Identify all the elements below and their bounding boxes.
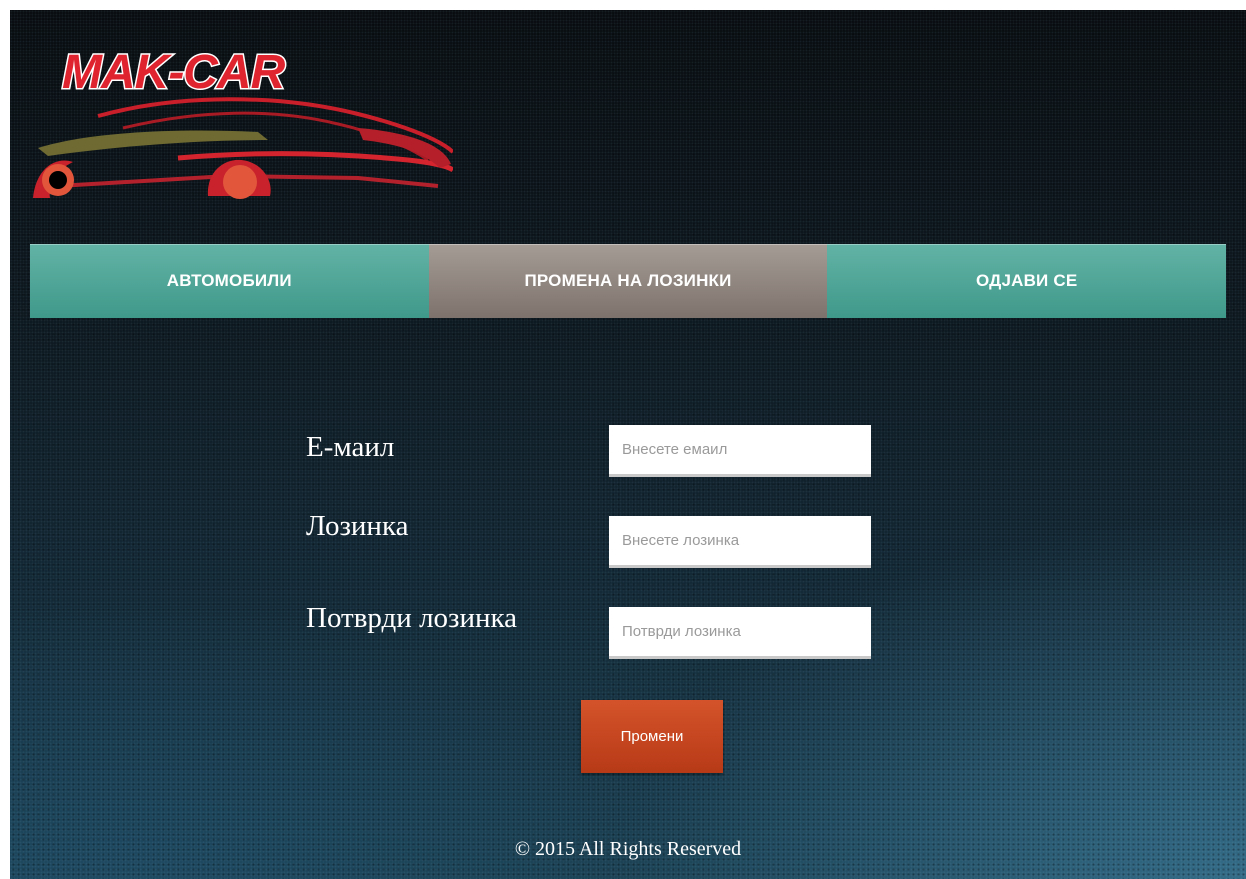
car-logo-icon: MAK-CAR	[33, 45, 455, 199]
main-nav: АВТОМОБИЛИ ПРОМЕНА НА ЛОЗИНКИ ОДЈАВИ СЕ	[30, 244, 1227, 318]
footer-copyright: © 2015 All Rights Reserved	[514, 838, 742, 860]
confirm-password-label: Потврди лозинка	[306, 602, 518, 634]
email-label: Е-маил	[306, 431, 395, 463]
nav-item-cars[interactable]: АВТОМОБИЛИ	[30, 244, 429, 318]
page-background: MAK-CAR АВТОМОБИЛИ ПРОМЕНА НА ЛОЗИНКИ ОД…	[10, 10, 1246, 879]
confirm-password-input[interactable]	[609, 607, 871, 659]
password-label: Лозинка	[306, 510, 409, 542]
change-password-button[interactable]: Промени	[581, 700, 723, 773]
password-input[interactable]	[609, 516, 871, 568]
logo-wordmark: MAK-CAR	[62, 46, 286, 99]
nav-item-logout[interactable]: ОДЈАВИ СЕ	[827, 244, 1227, 318]
email-input[interactable]	[609, 425, 871, 477]
mak-car-logo[interactable]: MAK-CAR	[28, 36, 455, 206]
nav-item-change-password[interactable]: ПРОМЕНА НА ЛОЗИНКИ	[428, 244, 828, 318]
